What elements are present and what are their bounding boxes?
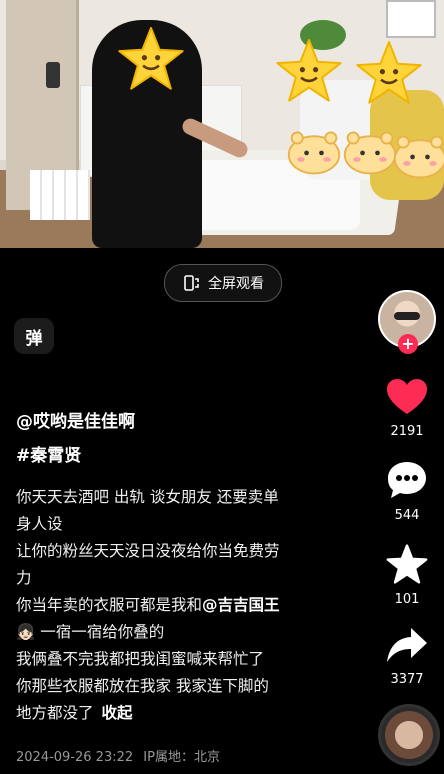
desc-line: 👧🏻 一宿一宿给你叠的 (16, 619, 352, 646)
star-sticker-icon (276, 38, 342, 102)
desc-line: 身人设 (16, 515, 63, 533)
bear-sticker-icon (393, 135, 444, 179)
author-name[interactable]: @哎哟是佳佳啊 (16, 408, 352, 436)
desc-line: 地方都没了 收起 (16, 700, 352, 727)
desc-line: 我俩叠不完我都把我闺蜜喊来帮忙了 (16, 650, 265, 668)
favorite-count: 101 (394, 592, 420, 607)
favorite-button[interactable]: 101 (376, 544, 438, 607)
hashtag-link[interactable]: #秦霄贤 (16, 442, 352, 470)
danmaku-icon: 弹 (25, 328, 43, 349)
like-count: 2191 (390, 424, 424, 439)
share-count: 3377 (390, 672, 424, 687)
star-icon (386, 544, 428, 584)
fullscreen-button[interactable]: 全屏观看 (164, 264, 282, 302)
ip-location: IP属地：北京 (143, 750, 220, 765)
post-timestamp: 2024-09-26 23:22 (16, 750, 134, 765)
fullscreen-label: 全屏观看 (208, 276, 264, 292)
star-sticker-icon (356, 40, 422, 104)
post-description: 你天天去酒吧 出轨 谈女朋友 还要卖单 身人设 让你的粉丝天天没日没夜给你当免费… (16, 484, 352, 727)
comment-count: 544 (394, 508, 420, 523)
post-meta: 2024-09-26 23:22 IP属地：北京 (16, 746, 220, 765)
desc-line-text: 地方都没了 (16, 704, 94, 722)
comment-icon (388, 462, 426, 498)
video-bottles (30, 170, 90, 220)
post-caption: @哎哟是佳佳啊 #秦霄贤 你天天去酒吧 出轨 谈女朋友 还要卖单 身人设 让你的… (16, 408, 352, 727)
door-handle (46, 62, 60, 88)
bear-sticker-icon (343, 131, 397, 175)
star-sticker-icon (118, 26, 184, 90)
danmaku-toggle[interactable]: 弹 (14, 318, 54, 354)
like-button[interactable]: 2191 (376, 378, 438, 439)
collapse-button[interactable]: 收起 (102, 704, 133, 722)
fullscreen-icon (184, 275, 199, 291)
desc-line-text: 一宿一宿给你叠的 (40, 623, 165, 641)
bear-sticker-icon (287, 131, 341, 175)
desc-line: 你那些衣服都放在我家 我家连下脚的 (16, 677, 269, 695)
follow-plus-icon[interactable]: + (398, 334, 418, 354)
mention-link[interactable]: @吉吉国王 (202, 596, 280, 614)
desc-line: 力 (16, 569, 32, 587)
video-player[interactable] (0, 0, 444, 248)
avatar-glasses (394, 312, 420, 320)
desc-line: 你天天去酒吧 出轨 谈女朋友 还要卖单 (16, 488, 279, 506)
desc-line: 让你的粉丝天天没日没夜给你当免费劳 (16, 542, 280, 560)
emoji-icon: 👧🏻 (16, 623, 36, 641)
music-disc[interactable] (378, 704, 440, 766)
desc-line-text: 你当年卖的衣服可都是我和 (16, 596, 203, 614)
heart-icon (387, 379, 427, 414)
share-button[interactable]: 3377 (376, 626, 438, 687)
desc-line: 你当年卖的衣服可都是我和@吉吉国王 (16, 592, 352, 619)
comment-button[interactable]: 544 (376, 460, 438, 523)
author-avatar-wrap[interactable]: + (378, 290, 436, 354)
video-picture-frame (386, 0, 436, 38)
share-icon (387, 628, 427, 662)
